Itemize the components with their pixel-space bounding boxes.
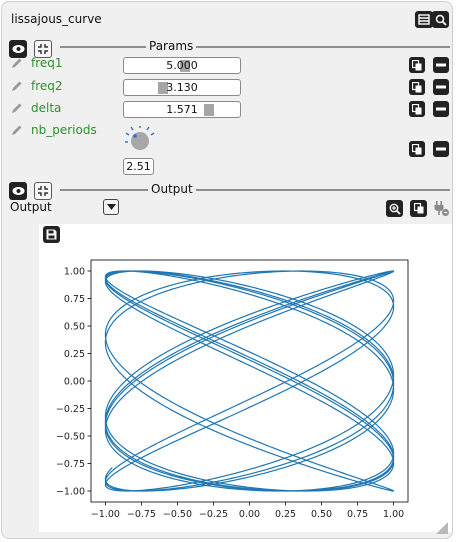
param-value-nb-periods[interactable]: 2.51	[123, 158, 154, 175]
zoom-output-button[interactable]	[386, 200, 403, 217]
node-panel: lissajous_curve Params freq1 5.000 freq2…	[1, 1, 453, 539]
x-tick-label: −0.25	[199, 509, 228, 520]
copy-icon	[412, 143, 422, 154]
copy-param-button[interactable]	[409, 79, 425, 95]
output-dropdown[interactable]	[103, 199, 119, 215]
param-slider-freq1[interactable]: 5.000	[123, 57, 241, 74]
params-section-label: Params	[146, 39, 197, 53]
param-label-delta: delta	[31, 101, 62, 115]
disconnect-plug-icon[interactable]	[433, 200, 450, 217]
output-collapse-button[interactable]	[34, 182, 52, 200]
remove-param-button[interactable]	[433, 57, 449, 73]
param-slider-delta[interactable]: 1.571	[123, 101, 241, 118]
x-tick-label: 0.75	[347, 509, 368, 520]
chevron-down-icon	[106, 204, 116, 210]
edit-pencil-icon[interactable]	[11, 80, 23, 92]
y-tick-label: 0.00	[64, 376, 85, 387]
output-separator-line	[60, 189, 450, 191]
y-tick-label: 0.75	[64, 294, 85, 305]
output-section-label: Output	[148, 182, 196, 196]
copy-icon	[413, 203, 423, 214]
output-visibility-toggle[interactable]	[9, 182, 27, 200]
edit-pencil-icon[interactable]	[11, 124, 23, 136]
x-tick-label: 0.50	[311, 509, 332, 520]
copy-icon	[412, 103, 422, 114]
eye-icon	[12, 45, 24, 53]
x-tick-label: −0.50	[163, 509, 192, 520]
copy-param-button[interactable]	[409, 141, 425, 157]
y-tick-label: −0.50	[56, 431, 85, 442]
collapse-icon	[38, 44, 48, 54]
node-title: lissajous_curve	[11, 12, 102, 26]
param-label-nb-periods: nb_periods	[31, 123, 97, 137]
x-tick-label: 0.25	[275, 509, 296, 520]
resize-handle-icon[interactable]	[436, 522, 448, 534]
zoom-icon	[435, 14, 447, 26]
remove-param-button[interactable]	[433, 101, 449, 117]
copy-param-button[interactable]	[409, 101, 425, 117]
minus-icon	[436, 107, 446, 111]
y-axis-ticks: 1.00 0.75 0.50 0.25 0.00 −0.25 −0.50 −0.75 −1.00	[56, 266, 91, 497]
lissajous-series-line	[104, 270, 395, 492]
node-zoom-button[interactable]	[432, 11, 449, 28]
y-tick-label: 1.00	[64, 266, 85, 277]
edit-pencil-icon[interactable]	[11, 57, 23, 69]
eye-icon	[12, 187, 24, 195]
copy-output-button[interactable]	[410, 200, 427, 217]
remove-param-button[interactable]	[433, 79, 449, 95]
x-tick-label: 1.00	[383, 509, 404, 520]
params-visibility-toggle[interactable]	[9, 40, 27, 58]
minus-icon	[436, 147, 446, 151]
param-slider-freq2[interactable]: 3.130	[123, 79, 241, 96]
copy-icon	[412, 81, 422, 92]
curve-layer	[104, 270, 395, 492]
y-tick-label: −0.75	[56, 459, 85, 470]
zoom-in-icon	[389, 203, 401, 215]
remove-param-button[interactable]	[433, 141, 449, 157]
param-value-freq2: 3.130	[166, 81, 198, 94]
x-axis-ticks: −1.00 −0.75 −0.50 −0.25 0.00 0.25 0.50 0.75 1.00	[91, 502, 404, 520]
y-tick-label: −1.00	[56, 486, 85, 497]
edit-pencil-icon[interactable]	[11, 102, 23, 114]
node-menu-button[interactable]	[415, 11, 433, 28]
output-field-label: Output	[10, 200, 52, 214]
lissajous-chart: −1.00 −0.75 −0.50 −0.25 0.00 0.25 0.50 0.75 1.00…	[56, 259, 409, 520]
params-separator-line	[60, 46, 450, 48]
param-label-freq2: freq2	[31, 79, 63, 93]
panel-icon	[418, 14, 430, 25]
param-value-freq1: 5.000	[166, 59, 198, 72]
knob-dial[interactable]	[124, 126, 156, 154]
x-tick-label: −1.00	[91, 509, 120, 520]
x-tick-label: 0.00	[239, 509, 260, 520]
collapse-icon	[38, 186, 48, 196]
x-tick-label: −0.75	[127, 509, 156, 520]
y-tick-label: 0.50	[64, 321, 85, 332]
param-label-freq1: freq1	[31, 56, 63, 70]
minus-icon	[436, 85, 446, 89]
param-value-delta: 1.571	[166, 103, 198, 116]
minus-icon	[436, 63, 446, 67]
output-plot-area: −1.00 −0.75 −0.50 −0.25 0.00 0.25 0.50 0.75 1.00…	[39, 224, 452, 532]
y-tick-label: 0.25	[64, 349, 85, 360]
copy-param-button[interactable]	[409, 57, 425, 73]
y-tick-label: −0.25	[56, 404, 85, 415]
copy-icon	[412, 59, 422, 70]
